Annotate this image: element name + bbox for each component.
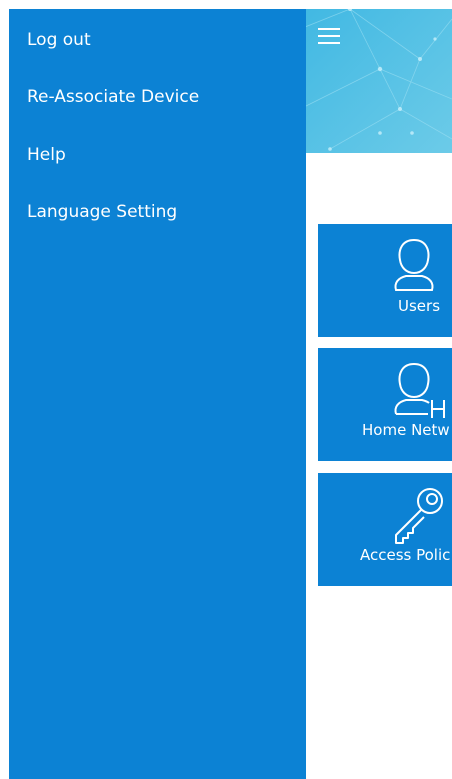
tile-home-network[interactable]: Home Netw (318, 348, 452, 461)
drawer-item-log-out[interactable]: Log out (27, 25, 91, 55)
drawer-item-language-setting[interactable]: Language Setting (27, 197, 177, 227)
drawer-item-re-associate-device[interactable]: Re-Associate Device (27, 82, 199, 112)
tile-home-network-label: Home Netw (362, 421, 450, 439)
drawer-item-help[interactable]: Help (27, 140, 66, 170)
tile-users[interactable]: Users (318, 224, 452, 337)
navigation-drawer: Log out Re-Associate Device Help Languag… (9, 9, 306, 779)
user-icon (394, 238, 434, 291)
hamburger-menu-icon[interactable] (318, 28, 340, 46)
key-icon (395, 488, 443, 544)
home-network-user-icon (394, 362, 445, 418)
tile-users-label: Users (398, 297, 441, 315)
tile-access-policy[interactable]: Access Polic (318, 473, 452, 586)
status-bar-area (0, 0, 452, 9)
left-edge (0, 0, 9, 779)
tile-access-policy-label: Access Polic (360, 546, 451, 564)
